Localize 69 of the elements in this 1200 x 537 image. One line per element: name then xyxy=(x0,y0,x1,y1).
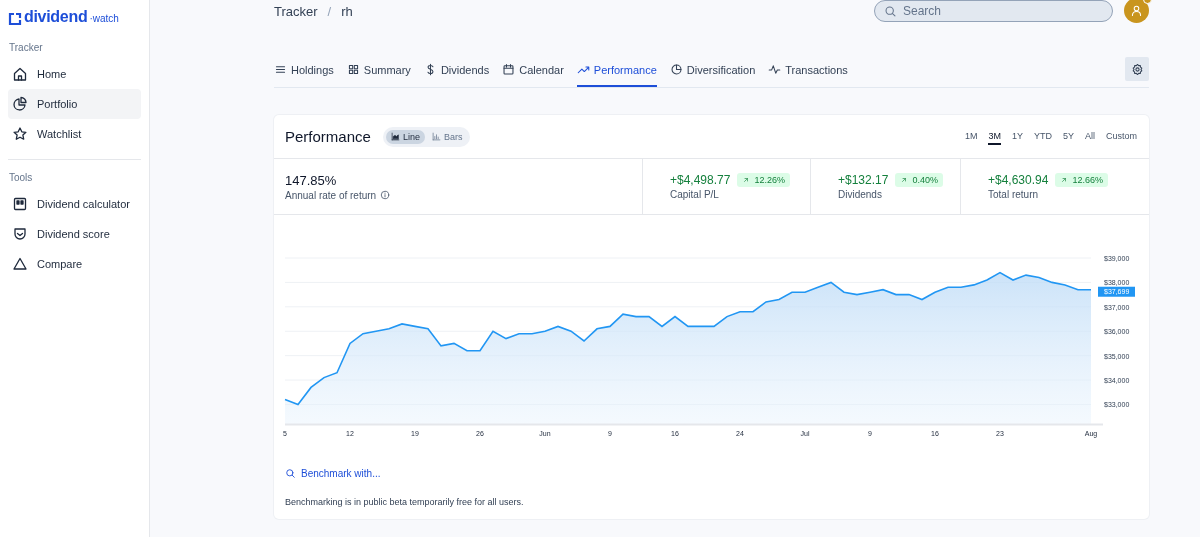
arrow-up-right-icon xyxy=(1060,176,1069,184)
tab[interactable]: Calendar xyxy=(502,63,564,87)
settings-button[interactable] xyxy=(1125,57,1149,81)
arrow-up-right-icon xyxy=(742,176,751,184)
change-badge: 0.40% xyxy=(895,173,943,187)
range-option[interactable]: 5Y xyxy=(1062,128,1074,145)
star-icon xyxy=(12,126,28,142)
bar-chart-icon xyxy=(431,132,441,141)
triangle-icon xyxy=(12,256,28,272)
trend-up-icon xyxy=(576,63,590,76)
stat-label: Annual rate of return xyxy=(285,189,377,201)
user-icon xyxy=(1130,3,1143,17)
pie-chart-icon xyxy=(669,63,683,76)
sidebar-item[interactable]: Home xyxy=(8,59,141,89)
metric-value: +$4,630.94 xyxy=(988,173,1049,187)
area-chart-icon xyxy=(390,132,400,141)
arrow-up-right-icon xyxy=(900,176,909,184)
logo-text: dividend xyxy=(24,8,88,26)
pie-chart-icon xyxy=(12,96,28,112)
view-toggle[interactable]: Line xyxy=(385,129,425,144)
section-title: Tracker xyxy=(9,42,44,53)
range-option[interactable]: Custom xyxy=(1106,128,1137,145)
change-badge: 12.66% xyxy=(1055,173,1108,187)
list-icon xyxy=(274,63,287,76)
annual-return-value: 147.85% xyxy=(285,172,338,188)
breadcrumb-separator: / xyxy=(327,3,332,19)
search-icon xyxy=(285,468,296,479)
sidebar-item[interactable]: Portfolio xyxy=(8,89,141,119)
beta-note: Benchmarking is in public beta temporarily free for all users. xyxy=(285,497,525,509)
tab[interactable]: Summary xyxy=(346,63,411,87)
section-title: Tools xyxy=(9,172,34,183)
sidebar-item[interactable]: Dividend score xyxy=(8,219,141,249)
shield-icon xyxy=(12,226,28,242)
tab[interactable]: Dividends xyxy=(423,63,490,87)
breadcrumb-item[interactable]: rh xyxy=(341,3,353,19)
metric-value: +$4,498.77 xyxy=(670,173,731,187)
calculator-icon xyxy=(12,196,28,212)
change-badge: 12.26% xyxy=(737,173,790,187)
activity-icon xyxy=(768,63,782,76)
breadcrumb-item[interactable]: Tracker xyxy=(274,3,318,19)
benchmark-link[interactable]: Benchmark with... xyxy=(285,468,381,479)
home-icon xyxy=(12,66,28,82)
search-icon xyxy=(884,5,897,18)
grid-icon xyxy=(346,63,360,76)
stat-label: Total return xyxy=(988,189,1040,200)
metric-value: +$132.17 xyxy=(838,173,889,187)
logo-icon xyxy=(8,12,22,26)
sidebar-item[interactable]: Watchlist xyxy=(8,119,141,149)
tab[interactable]: Transactions xyxy=(768,63,848,87)
stat-label: Capital P/L xyxy=(670,189,720,200)
range-option[interactable]: 1M xyxy=(964,128,978,145)
calendar-icon xyxy=(502,63,516,76)
range-option[interactable]: 1Y xyxy=(1011,128,1023,145)
tab[interactable]: Performance xyxy=(576,63,657,87)
range-option[interactable]: All xyxy=(1084,128,1095,145)
view-toggle[interactable]: Bars xyxy=(426,129,468,144)
logo-suffix: ·watch xyxy=(89,12,119,26)
sidebar-item[interactable]: Dividend calculator xyxy=(8,189,141,219)
stat-label: Dividends xyxy=(838,189,883,200)
card-title: Performance xyxy=(285,128,371,145)
range-option[interactable]: YTD xyxy=(1033,128,1052,145)
range-option[interactable]: 3M xyxy=(988,128,1001,145)
search-field[interactable]: Search xyxy=(874,0,1113,22)
avatar[interactable] xyxy=(1124,0,1149,23)
settings-icon xyxy=(1130,62,1144,76)
sidebar-item[interactable]: Compare xyxy=(8,249,141,279)
info-icon xyxy=(380,190,391,200)
tab[interactable]: Diversification xyxy=(669,63,756,87)
tab[interactable]: Holdings xyxy=(274,63,334,87)
